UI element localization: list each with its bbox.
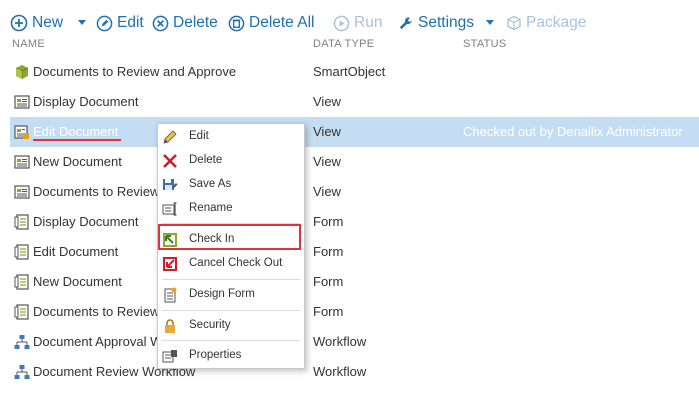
lock-icon xyxy=(162,318,178,334)
wrench-icon xyxy=(397,15,414,32)
row-type: View xyxy=(313,154,341,169)
new-dropdown-caret-icon[interactable] xyxy=(78,20,86,25)
delete-button[interactable]: Delete xyxy=(152,12,218,34)
row-type: Workflow xyxy=(313,364,367,379)
menu-item-properties[interactable]: Properties xyxy=(158,344,304,368)
menu-item-label: Design Form xyxy=(189,288,255,300)
table-row[interactable]: Display Document Form xyxy=(10,207,699,237)
settings-dropdown-caret-icon[interactable] xyxy=(486,20,494,25)
table-row-selected[interactable]: Edit Document View Checked out by Denall… xyxy=(10,117,699,147)
row-status: Checked out by Denallix Administrator xyxy=(463,124,683,139)
row-name: Documents to Review xyxy=(33,304,160,319)
form-icon xyxy=(14,304,30,320)
row-type: SmartObject xyxy=(313,64,386,79)
menu-item-label: Edit xyxy=(189,130,209,142)
row-name: New Document xyxy=(33,274,122,289)
row-type: Form xyxy=(313,244,344,259)
package-label: Package xyxy=(526,14,587,31)
new-label: New xyxy=(32,14,64,31)
table-row[interactable]: Document Approval W Workflow xyxy=(10,327,699,357)
x-circle-icon xyxy=(152,15,169,32)
menu-item-label: Security xyxy=(189,319,231,331)
row-type: View xyxy=(313,124,341,139)
menu-item-save-as[interactable]: Save As xyxy=(158,173,304,197)
table-row[interactable]: New Document Form xyxy=(10,267,699,297)
red-x-icon xyxy=(162,153,178,169)
settings-label: Settings xyxy=(418,14,475,31)
table-row[interactable]: Edit Document Form xyxy=(10,237,699,267)
menu-item-rename[interactable]: Rename xyxy=(158,197,304,221)
delete-label: Delete xyxy=(173,14,218,31)
column-header-data-type[interactable]: DATA TYPE xyxy=(313,38,374,50)
row-name: Edit Document xyxy=(33,244,119,259)
menu-item-label: Rename xyxy=(189,202,233,214)
table-row[interactable]: Documents to Review and Approve SmartObj… xyxy=(10,57,699,87)
view-checked-out-icon xyxy=(14,124,30,140)
trash-circle-icon xyxy=(228,15,245,32)
row-name: Edit Document xyxy=(33,124,119,139)
menu-item-delete[interactable]: Delete xyxy=(158,149,304,173)
table-row[interactable]: Documents to Review View xyxy=(10,177,699,207)
row-name: Display Document xyxy=(33,214,139,229)
view-icon xyxy=(14,184,30,200)
form-icon xyxy=(14,244,30,260)
form-icon xyxy=(14,214,30,230)
row-type: Form xyxy=(313,274,344,289)
workflow-icon xyxy=(14,334,30,350)
play-circle-icon xyxy=(333,15,350,32)
cancel-check-out-icon xyxy=(162,256,178,272)
edit-button[interactable]: Edit xyxy=(96,12,144,34)
row-type: View xyxy=(313,94,341,109)
red-underline-annotation xyxy=(33,139,121,141)
row-name: Documents to Review xyxy=(33,184,160,199)
table-row[interactable]: New Document View xyxy=(10,147,699,177)
row-name: Display Document xyxy=(33,94,139,109)
menu-item-label: Save As xyxy=(189,178,232,190)
row-name: Document Approval W xyxy=(33,334,163,349)
smartobject-icon xyxy=(14,64,30,80)
pencil-icon xyxy=(162,129,178,145)
table-row[interactable]: Documents to Review Form xyxy=(10,297,699,327)
settings-button[interactable]: Settings xyxy=(397,12,474,34)
column-header-name[interactable]: NAME xyxy=(12,38,45,50)
menu-item-edit[interactable]: Edit xyxy=(158,125,304,149)
edit-label: Edit xyxy=(117,14,144,31)
row-type: Form xyxy=(313,304,344,319)
form-icon xyxy=(14,274,30,290)
rename-icon xyxy=(162,201,178,217)
row-name: New Document xyxy=(33,154,122,169)
check-in-highlight-annotation xyxy=(158,224,301,250)
menu-separator xyxy=(162,279,300,280)
column-header-status[interactable]: STATUS xyxy=(463,38,507,50)
row-type: View xyxy=(313,184,341,199)
run-label: Run xyxy=(354,14,383,31)
table-row[interactable]: Document Review Workflow Workflow xyxy=(10,357,699,387)
delete-all-label: Delete All xyxy=(249,14,315,31)
new-button[interactable]: New xyxy=(10,12,63,34)
package-icon xyxy=(506,15,522,31)
pencil-circle-icon xyxy=(96,15,113,32)
workflow-icon xyxy=(14,364,30,380)
row-type: Workflow xyxy=(313,334,367,349)
view-icon xyxy=(14,154,30,170)
menu-item-design-form[interactable]: Design Form xyxy=(158,283,304,307)
properties-icon xyxy=(162,348,178,364)
row-name: Documents to Review and Approve xyxy=(33,64,237,79)
save-as-icon xyxy=(162,177,178,193)
run-button[interactable]: Run xyxy=(333,12,382,34)
delete-all-button[interactable]: Delete All xyxy=(228,12,314,34)
menu-item-label: Cancel Check Out xyxy=(189,257,283,269)
menu-separator xyxy=(162,310,300,311)
menu-separator xyxy=(162,340,300,341)
table-row[interactable]: Display Document View xyxy=(10,87,699,117)
package-button[interactable]: Package xyxy=(506,12,586,34)
view-icon xyxy=(14,94,30,110)
menu-item-label: Delete xyxy=(189,154,223,166)
menu-item-security[interactable]: Security xyxy=(158,314,304,338)
menu-item-label: Properties xyxy=(189,349,242,361)
plus-circle-icon xyxy=(10,14,28,32)
row-type: Form xyxy=(313,214,344,229)
menu-item-cancel-check-out[interactable]: Cancel Check Out xyxy=(158,252,304,276)
design-form-icon xyxy=(162,287,178,303)
